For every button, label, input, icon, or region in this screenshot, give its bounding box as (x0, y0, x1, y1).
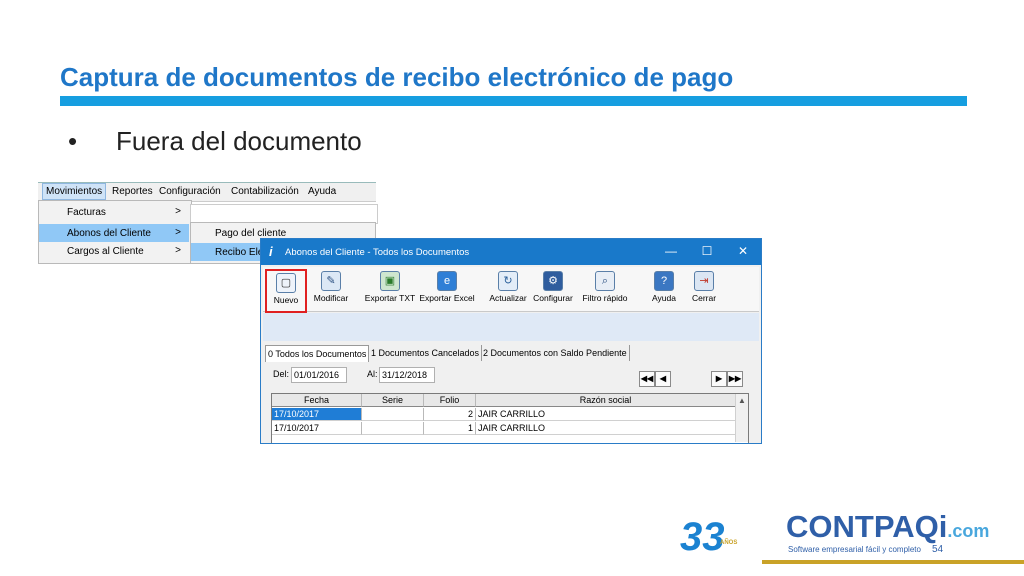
nuevo-label: Nuevo (273, 295, 299, 305)
table-row-cell-fecha[interactable]: 17/10/2017 (272, 422, 362, 435)
brand-name: CONTPAQi (786, 509, 948, 544)
nuevo-button[interactable]: ▢ Nuevo (265, 269, 307, 313)
maximize-icon[interactable]: ☐ (697, 244, 717, 258)
close-icon[interactable]: ✕ (733, 244, 753, 258)
brand-tagline: Software empresarial fácil y completo (788, 545, 921, 554)
al-date-field[interactable]: 31/12/2018 (379, 367, 435, 383)
column-header-fecha[interactable]: Fecha (272, 394, 362, 407)
anniversary-label: AÑOS (720, 539, 737, 546)
title-underline-bar (60, 96, 967, 106)
table-row-cell-razon-social[interactable]: JAIR CARRILLO (476, 408, 736, 421)
documents-grid: Fecha Serie Folio Razón social 17/10/201… (271, 393, 749, 443)
tab-saldo-pendiente[interactable]: 2 Documentos con Saldo Pendiente (481, 345, 630, 361)
abonos-window: i Abonos del Cliente - Todos los Documen… (260, 238, 762, 444)
exit-door-icon: ⇥ (694, 271, 714, 291)
actualizar-label: Actualizar (489, 293, 527, 303)
exportar-excel-button[interactable]: e Exportar Excel (419, 269, 475, 309)
actualizar-button[interactable]: ↻ Actualizar (487, 269, 529, 309)
footer-accent-line (762, 560, 1024, 564)
exportar-excel-label: Exportar Excel (419, 293, 475, 303)
cerrar-label: Cerrar (691, 293, 717, 303)
bullet-text: Fuera del documento (116, 126, 362, 156)
table-row-cell-serie[interactable] (362, 422, 424, 435)
first-record-button[interactable]: ◀◀ (639, 371, 655, 387)
window-titlebar[interactable]: i Abonos del Cliente - Todos los Documen… (261, 239, 761, 265)
header-band (263, 313, 759, 341)
anniversary-number: 33 (680, 515, 725, 556)
menu-item-movimientos[interactable]: Movimientos (42, 183, 107, 200)
submenu-item-label: Facturas (67, 207, 106, 218)
modificar-label: Modificar (313, 293, 349, 303)
anniversary-logo: 33 AÑOS (680, 515, 737, 556)
column-header-folio[interactable]: Folio (424, 394, 476, 407)
next-record-button[interactable]: ▶ (711, 371, 727, 387)
slide-title: Captura de documentos de recibo electrón… (60, 62, 734, 92)
edit-pencil-icon: ✎ (321, 271, 341, 291)
submenu-item-cargos-al-cliente[interactable]: Cargos al Cliente > (39, 242, 189, 260)
al-label: Al: (367, 369, 378, 379)
table-row-cell-razon-social[interactable]: JAIR CARRILLO (476, 422, 736, 435)
chevron-right-icon: > (175, 227, 181, 238)
exportar-txt-button[interactable]: ▣ Exportar TXT (363, 269, 417, 309)
submenu-item-label: Cargos al Cliente (67, 246, 144, 257)
chevron-right-icon: > (175, 245, 181, 256)
search-filter-icon: ⌕ (595, 271, 615, 291)
del-label: Del: (273, 369, 290, 379)
brand-suffix: .com (947, 521, 990, 541)
menu-item-contabilizacion[interactable]: Contabilización (231, 186, 299, 197)
menu-item-configuracion[interactable]: Configuración (159, 186, 221, 197)
contpaqi-logo: CONTPAQi.com (786, 509, 989, 545)
chevron-right-icon: > (175, 206, 181, 217)
table-row-cell-fecha[interactable]: 17/10/2017 (272, 408, 362, 421)
new-document-icon: ▢ (276, 273, 296, 293)
cerrar-button[interactable]: ⇥ Cerrar (689, 269, 719, 309)
export-excel-icon: e (437, 271, 457, 291)
submenu-movimientos: Facturas > Abonos del Cliente > Cargos a… (38, 200, 192, 264)
help-icon: ? (654, 271, 674, 291)
app-icon: i (269, 244, 273, 259)
column-header-serie[interactable]: Serie (362, 394, 424, 407)
gear-icon: ⚙ (543, 271, 563, 291)
refresh-icon: ↻ (498, 271, 518, 291)
column-header-razon-social[interactable]: Razón social (476, 394, 736, 407)
menu-bar: Movimientos Reportes Configuración Conta… (38, 182, 376, 202)
submenu-item-facturas[interactable]: Facturas > (39, 203, 189, 221)
configurar-label: Configurar (533, 293, 573, 303)
filtro-rapido-label: Filtro rápido (582, 293, 628, 303)
del-date-field[interactable]: 01/01/2016 (291, 367, 347, 383)
exportar-txt-label: Exportar TXT (364, 293, 416, 303)
menu-item-reportes[interactable]: Reportes (112, 186, 153, 197)
last-record-button[interactable]: ▶▶ (727, 371, 743, 387)
filtro-rapido-button[interactable]: ⌕ Filtro rápido (581, 269, 629, 309)
table-row-cell-folio[interactable]: 2 (424, 408, 476, 421)
submenu-item-abonos-del-cliente[interactable]: Abonos del Cliente > (39, 224, 189, 242)
ayuda-button[interactable]: ? Ayuda (649, 269, 679, 309)
window-title: Abonos del Cliente - Todos los Documento… (285, 247, 470, 258)
vertical-scrollbar[interactable]: ▲ (735, 394, 748, 442)
configurar-button[interactable]: ⚙ Configurar (531, 269, 575, 309)
bullet-symbol: • (68, 126, 78, 156)
table-row-cell-folio[interactable]: 1 (424, 422, 476, 435)
modificar-button[interactable]: ✎ Modificar (311, 269, 351, 309)
previous-record-button[interactable]: ◀ (655, 371, 671, 387)
ayuda-label: Ayuda (652, 293, 676, 303)
menu-background-strip (190, 204, 378, 224)
export-txt-icon: ▣ (380, 271, 400, 291)
menu-item-ayuda[interactable]: Ayuda (308, 186, 336, 197)
scroll-up-icon[interactable]: ▲ (738, 396, 746, 405)
table-row-cell-serie[interactable] (362, 408, 424, 421)
page-number: 54 (932, 544, 944, 555)
toolbar: ▢ Nuevo ✎ Modificar ▣ Exportar TXT e Exp… (263, 267, 759, 313)
tab-documentos-cancelados[interactable]: 1 Documentos Cancelados (369, 345, 483, 361)
submenu-item-label: Abonos del Cliente (67, 228, 151, 239)
tab-todos-los-documentos[interactable]: 0 Todos los Documentos (265, 345, 370, 362)
minimize-icon[interactable]: — (661, 244, 681, 258)
